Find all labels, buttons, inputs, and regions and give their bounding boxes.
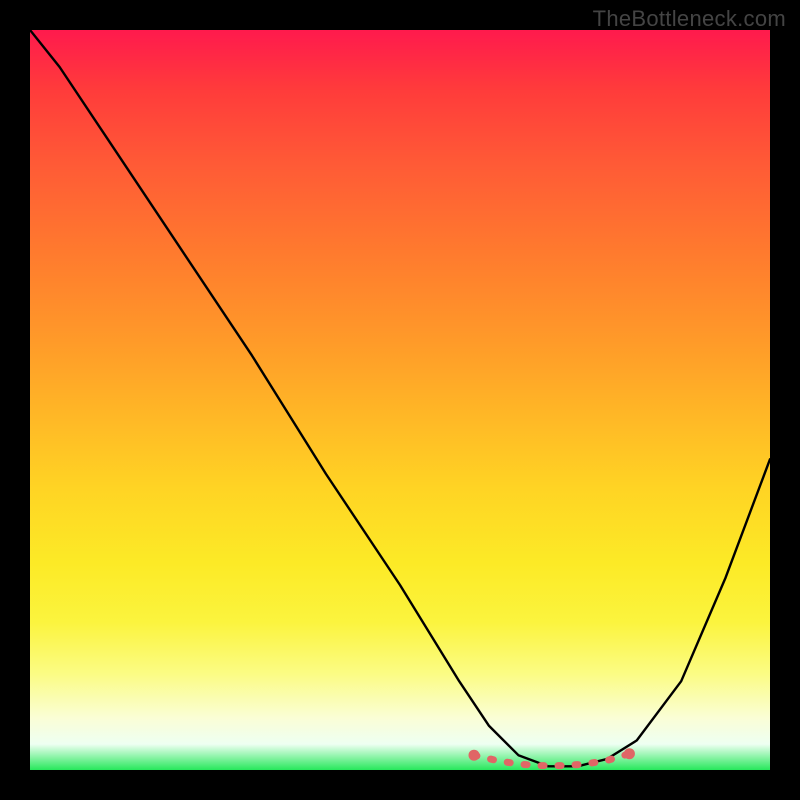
bottleneck-curve-path	[30, 30, 770, 766]
plateau-marker-line	[474, 754, 629, 766]
plateau-end-dot	[624, 748, 635, 759]
chart-container: TheBottleneck.com	[0, 0, 800, 800]
plot-area	[30, 30, 770, 770]
curve-layer	[30, 30, 770, 770]
plateau-end-dot	[469, 750, 480, 761]
watermark-text: TheBottleneck.com	[593, 6, 786, 32]
